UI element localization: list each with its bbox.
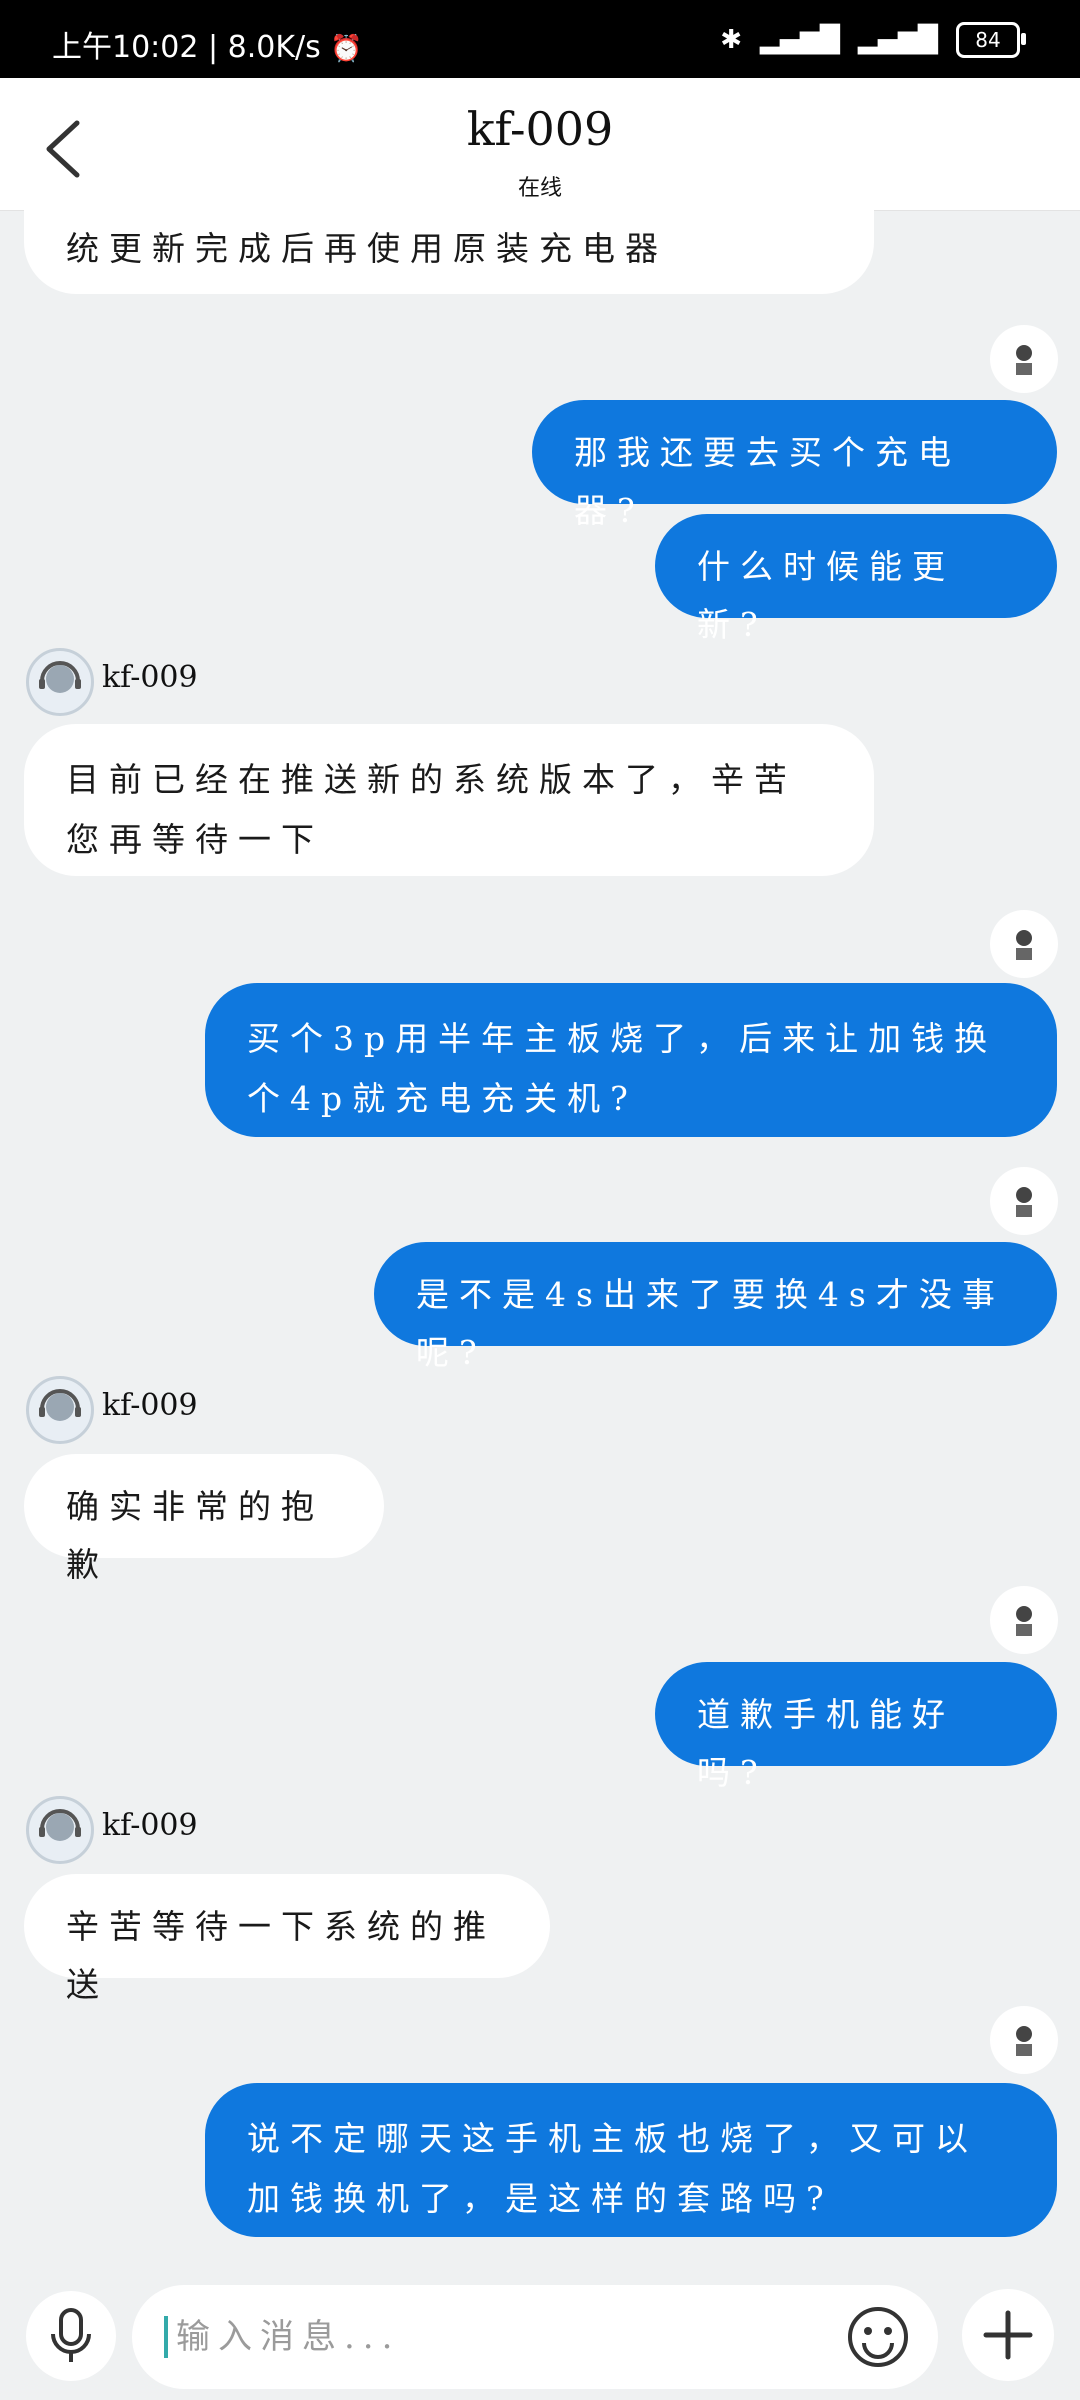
plus-icon [983,2310,1033,2360]
agent-avatar[interactable] [26,1796,94,1864]
message-bubble-outgoing: 说不定哪天这手机主板也烧了，又可以加钱换机了，是这样的套路吗? [205,2083,1057,2237]
user-avatar[interactable] [990,1586,1058,1654]
voice-input-button[interactable] [26,2291,116,2381]
message-bubble-incoming: 统更新完成后再使用原装充电器 [24,210,874,294]
agent-name: kf-009 [102,1388,198,1423]
battery-level: 84 [975,28,1001,52]
smiley-icon [848,2307,908,2367]
headset-agent-icon [39,661,81,693]
chat-title: kf-009 [466,102,614,156]
user-avatar-icon [1016,1187,1032,1217]
agent-avatar[interactable] [26,1376,94,1444]
message-bubble-incoming: 辛苦等待一下系统的推送 [24,1874,550,2004]
status-bar: 上午10:02 | 8.0K/s ⏰ ✱ ▂▄▆█ ▂▄▆█ 84 [0,0,1080,78]
status-time: 上午10:02 [52,30,199,65]
message-bubble-outgoing: 道歉手机能好吗? [655,1662,1057,1792]
input-bar [0,2275,1080,2400]
message-input-container[interactable] [132,2285,938,2389]
more-options-button[interactable] [962,2289,1054,2381]
message-bubble-outgoing: 什么时候能更新? [655,514,1057,644]
agent-avatar[interactable] [26,648,94,716]
alarm-icon: ⏰ [330,34,363,64]
agent-name: kf-009 [102,1808,198,1843]
battery-icon: 84 [956,22,1026,58]
signal-5g-icon: ▂▄▆█ [760,25,841,55]
message-bubble-incoming: 确实非常的抱歉 [24,1454,384,1584]
user-avatar-icon [1016,2026,1032,2056]
message-bubble-outgoing: 是不是4s出来了要换4s才没事呢? [374,1242,1057,1372]
signal-4g-icon: ▂▄▆█ [858,25,938,55]
headset-agent-icon [39,1389,81,1421]
user-avatar[interactable] [990,910,1058,978]
user-avatar[interactable] [990,2006,1058,2074]
message-list[interactable]: 统更新完成后再使用原装充电器 那我还要去买个充电器? 什么时候能更新? kf-0… [0,210,1080,2275]
user-avatar-icon [1016,1606,1032,1636]
headset-agent-icon [39,1809,81,1841]
user-avatar-icon [1016,930,1032,960]
emoji-button[interactable] [838,2297,918,2377]
chat-header: kf-009 在线 [0,78,1080,210]
message-bubble-incoming: 目前已经在推送新的系统版本了，辛苦您再等待一下 [24,724,874,876]
message-bubble-outgoing: 那我还要去买个充电器? [532,400,1057,530]
user-avatar[interactable] [990,1167,1058,1235]
agent-name: kf-009 [102,660,198,695]
online-status: 在线 [517,176,562,201]
microphone-icon [51,2308,91,2362]
user-avatar-icon [1016,345,1032,375]
message-bubble-outgoing: 买个3p用半年主板烧了，后来让加钱换个4p就充电充关机? [205,983,1057,1137]
user-avatar[interactable] [990,325,1058,393]
bluetooth-icon: ✱ [720,25,743,55]
message-input[interactable] [164,2316,818,2358]
network-speed: 8.0K/s [227,30,321,65]
